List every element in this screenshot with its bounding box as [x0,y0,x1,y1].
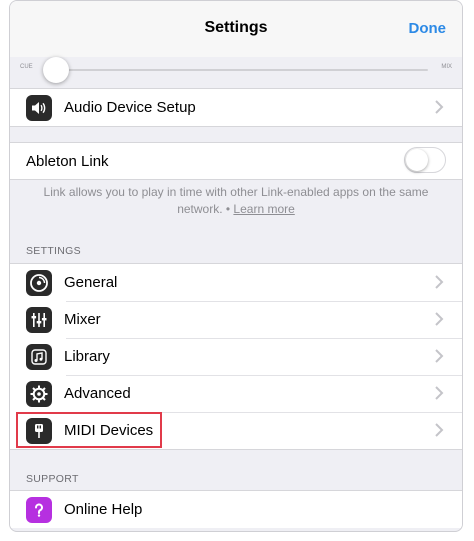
navigation-bar: Settings Done [10,1,462,58]
mix-label: MIX [441,64,452,70]
gear-icon [26,380,52,407]
midi-plug-icon [26,417,52,444]
library-label: Library [64,348,110,365]
speaker-icon [26,94,52,121]
audio-device-setup-label: Audio Device Setup [64,99,196,116]
music-note-icon [26,343,52,370]
crossfader-track[interactable] [46,69,428,71]
audio-group: Audio Device Setup [10,88,462,127]
ableton-link-row: Ableton Link [10,143,462,179]
cue-label: CUE [20,64,33,70]
mixer-icon [26,306,52,333]
settings-panel: Settings Done CUE MIX Audio Device Setup… [9,0,463,532]
support-group: Online Help [10,490,462,528]
ableton-link-label: Ableton Link [26,152,109,170]
learn-more-link[interactable]: Learn more [233,202,294,216]
mixer-row[interactable]: Mixer [10,301,462,338]
chevron-right-icon [435,423,444,437]
page-title: Settings [204,19,268,36]
ableton-link-toggle[interactable] [404,147,446,173]
advanced-row[interactable]: Advanced [10,375,462,412]
question-icon [26,496,52,523]
crossfader-knob[interactable] [43,57,69,83]
mixer-label: Mixer [64,311,101,328]
support-section-header: SUPPORT [26,473,79,485]
disc-icon [26,269,52,296]
separator-dot: • [222,202,234,216]
toggle-knob [406,149,428,171]
chevron-right-icon [435,275,444,289]
settings-group: General Mixer Library Advanced MIDI Devi… [10,263,462,450]
audio-device-setup-row[interactable]: Audio Device Setup [10,89,462,126]
crossfader: CUE MIX [10,57,462,89]
library-row[interactable]: Library [10,338,462,375]
chevron-right-icon [435,100,444,114]
online-help-label: Online Help [64,501,143,518]
online-help-row[interactable]: Online Help [10,491,462,528]
done-button[interactable]: Done [409,20,447,37]
chevron-right-icon [435,386,444,400]
midi-devices-label: MIDI Devices [64,422,154,439]
settings-section-header: SETTINGS [26,245,81,257]
link-description: Link allows you to play in time with oth… [30,184,442,218]
midi-devices-row[interactable]: MIDI Devices [10,412,462,449]
general-row[interactable]: General [10,264,462,301]
general-label: General [64,274,118,291]
advanced-label: Advanced [64,385,131,402]
chevron-right-icon [435,349,444,363]
chevron-right-icon [435,312,444,326]
link-group: Ableton Link [10,142,462,180]
